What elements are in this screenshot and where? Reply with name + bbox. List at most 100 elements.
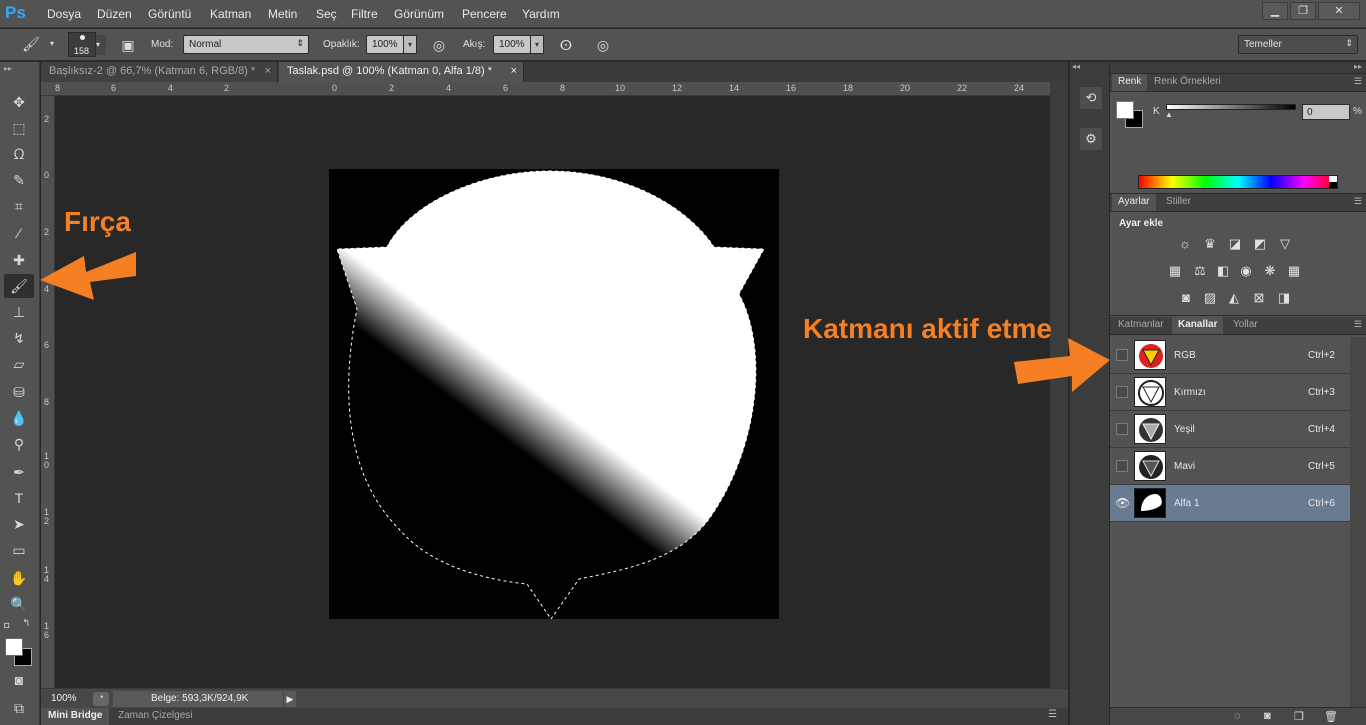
flow-input[interactable]: 100% bbox=[493, 35, 531, 54]
collapse-icon[interactable]: ▸▸ bbox=[1354, 62, 1362, 71]
zoom-indicator-icon[interactable]: ◔ bbox=[93, 692, 109, 706]
channel-row-yesil[interactable]: Yeşil Ctrl+4 bbox=[1110, 411, 1350, 448]
pressure-opacity-icon[interactable]: ◎ bbox=[428, 34, 450, 56]
quick-selection-tool-icon[interactable]: ✎ bbox=[4, 168, 34, 192]
menu-filtre[interactable]: Filtre bbox=[351, 7, 378, 21]
brightness-icon[interactable]: ☼ bbox=[1176, 236, 1194, 252]
foreground-color-swatch[interactable] bbox=[5, 638, 23, 656]
collapse-icon[interactable]: ▸▸ bbox=[4, 64, 12, 73]
restore-icon[interactable]: ❐ bbox=[1290, 2, 1316, 20]
gray-slider[interactable] bbox=[1166, 104, 1296, 110]
brush-size-picker[interactable]: 158 bbox=[68, 32, 96, 57]
screen-mode-icon[interactable]: ⧉ bbox=[4, 696, 34, 720]
channel-row-kirmizi[interactable]: Kırmızı Ctrl+3 bbox=[1110, 374, 1350, 411]
panel-menu-icon[interactable]: ☰ bbox=[1354, 76, 1362, 87]
history-brush-tool-icon[interactable]: ↯ bbox=[4, 326, 34, 350]
menu-pencere[interactable]: Pencere bbox=[462, 7, 507, 21]
healing-brush-tool-icon[interactable]: ✚ bbox=[4, 248, 34, 272]
canvas-workspace[interactable] bbox=[55, 96, 1050, 688]
gray-value-input[interactable]: 0 bbox=[1302, 104, 1350, 120]
color-balance-icon[interactable]: ⚖ bbox=[1191, 263, 1209, 279]
menu-katman[interactable]: Katman bbox=[210, 7, 251, 21]
trash-icon[interactable]: 🗑 bbox=[1324, 710, 1338, 723]
shape-tool-icon[interactable]: ▭ bbox=[4, 538, 34, 562]
move-tool-icon[interactable]: ✥ bbox=[4, 90, 34, 114]
channel-row-rgb[interactable]: RGB Ctrl+2 bbox=[1110, 337, 1350, 374]
blur-tool-icon[interactable]: 💧 bbox=[4, 406, 34, 430]
black-white-icon[interactable]: ◧ bbox=[1214, 263, 1232, 279]
menu-sec[interactable]: Seç bbox=[316, 7, 337, 21]
document-canvas[interactable] bbox=[329, 169, 779, 619]
close-icon[interactable]: × bbox=[265, 65, 271, 77]
color-lookup-icon[interactable]: ▦ bbox=[1285, 263, 1303, 279]
visibility-toggle[interactable] bbox=[1116, 423, 1128, 435]
selective-color-icon[interactable]: ◨ bbox=[1275, 290, 1293, 306]
path-selection-tool-icon[interactable]: ➤ bbox=[4, 512, 34, 536]
eyedropper-tool-icon[interactable]: ⁄ bbox=[4, 221, 34, 245]
lasso-tool-icon[interactable]: ᘯ bbox=[4, 142, 34, 166]
brush-panel-icon[interactable]: ▣ bbox=[117, 34, 139, 56]
swap-colors-icon[interactable]: ↰ bbox=[22, 618, 30, 629]
color-spectrum[interactable] bbox=[1138, 175, 1338, 189]
opacity-input[interactable]: 100% bbox=[366, 35, 404, 54]
default-colors-icon[interactable]: ◘ bbox=[4, 620, 9, 630]
mode-dropdown[interactable]: Normal ⇕ bbox=[183, 35, 309, 54]
save-selection-icon[interactable]: ◙ bbox=[1264, 710, 1271, 722]
opacity-dropdown[interactable]: ▾ bbox=[403, 35, 417, 54]
visibility-toggle[interactable] bbox=[1116, 460, 1128, 472]
brush-tool-icon[interactable]: 🖌 bbox=[4, 274, 34, 298]
hand-tool-icon[interactable]: ✋ bbox=[4, 566, 34, 590]
history-icon[interactable]: ⟲ bbox=[1080, 87, 1102, 109]
threshold-icon[interactable]: ◭ bbox=[1225, 290, 1243, 306]
tab-renk[interactable]: Renk bbox=[1112, 74, 1148, 91]
chevron-down-icon[interactable]: ▾ bbox=[50, 34, 58, 54]
menu-yardim[interactable]: Yardım bbox=[522, 7, 560, 21]
type-tool-icon[interactable]: T bbox=[4, 486, 34, 510]
tab-ayarlar[interactable]: Ayarlar bbox=[1112, 194, 1156, 211]
exposure-icon[interactable]: ◩ bbox=[1251, 236, 1269, 252]
minimize-icon[interactable]: ▁ bbox=[1262, 2, 1288, 20]
channel-row-alfa-1[interactable]: 👁 Alfa 1 Ctrl+6 bbox=[1110, 485, 1350, 522]
dodge-tool-icon[interactable]: ⚲ bbox=[4, 432, 34, 456]
menu-metin[interactable]: Metin bbox=[268, 7, 297, 21]
doc-tab-baslıksız[interactable]: Başlıksız-2 @ 66,7% (Katman 6, RGB/8) * … bbox=[41, 62, 278, 82]
zoom-tool-icon[interactable]: 🔍 bbox=[4, 592, 34, 616]
paint-bucket-tool-icon[interactable]: ⛁ bbox=[4, 380, 34, 404]
collapse-icon[interactable]: ◂◂ bbox=[1070, 62, 1110, 72]
tab-zaman-cizelgesi[interactable]: Zaman Çizelgesi bbox=[118, 708, 192, 725]
panel-menu-icon[interactable]: ☰ bbox=[1354, 319, 1362, 330]
tab-renk-ornekleri[interactable]: Renk Örnekleri bbox=[1148, 74, 1227, 91]
tab-yollar[interactable]: Yollar bbox=[1227, 317, 1264, 334]
pressure-size-icon[interactable]: ◎ bbox=[592, 34, 614, 56]
crop-tool-icon[interactable]: ⌗ bbox=[4, 194, 34, 218]
doc-tab-taslak[interactable]: Taslak.psd @ 100% (Katman 0, Alfa 1/8) *… bbox=[279, 62, 524, 82]
tab-kanallar[interactable]: Kanallar bbox=[1172, 317, 1224, 334]
menu-gorunum[interactable]: Görünüm bbox=[394, 7, 444, 21]
new-channel-icon[interactable]: ❐ bbox=[1294, 710, 1304, 723]
tab-katmanlar[interactable]: Katmanlar bbox=[1112, 317, 1170, 334]
vibrance-icon[interactable]: ▽ bbox=[1276, 236, 1294, 252]
status-menu-arrow[interactable]: ▶ bbox=[284, 691, 296, 707]
invert-icon[interactable]: ◙ bbox=[1177, 290, 1195, 306]
zoom-level[interactable]: 100% bbox=[51, 693, 77, 704]
eye-icon[interactable]: 👁 bbox=[1115, 496, 1130, 510]
workspace-dropdown[interactable]: Temeller ⇕ bbox=[1238, 35, 1358, 54]
airbrush-icon[interactable]: ⵙ bbox=[555, 34, 577, 56]
menu-goruntu[interactable]: Görüntü bbox=[148, 7, 191, 21]
black-swatch[interactable] bbox=[1329, 182, 1337, 188]
channel-mixer-icon[interactable]: ❋ bbox=[1261, 263, 1279, 279]
posterize-icon[interactable]: ▨ bbox=[1201, 290, 1219, 306]
menu-dosya[interactable]: Dosya bbox=[47, 7, 81, 21]
quick-mask-icon[interactable]: ◙ bbox=[4, 668, 34, 692]
gradient-map-icon[interactable]: ⊠ bbox=[1250, 290, 1268, 306]
close-icon[interactable]: × bbox=[511, 65, 517, 77]
tab-mini-bridge[interactable]: Mini Bridge bbox=[41, 708, 110, 725]
foreground-color-swatch[interactable] bbox=[1116, 101, 1134, 119]
channel-row-mavi[interactable]: Mavi Ctrl+5 bbox=[1110, 448, 1350, 485]
brush-tool-preset-icon[interactable]: 🖌 bbox=[20, 33, 42, 55]
visibility-toggle[interactable] bbox=[1116, 349, 1128, 361]
brush-size-dropdown[interactable]: ▾ bbox=[96, 35, 106, 55]
marquee-tool-icon[interactable]: ⬚ bbox=[4, 116, 34, 140]
eraser-tool-icon[interactable]: ▱ bbox=[4, 352, 34, 376]
close-icon[interactable]: ✕ bbox=[1318, 2, 1360, 20]
